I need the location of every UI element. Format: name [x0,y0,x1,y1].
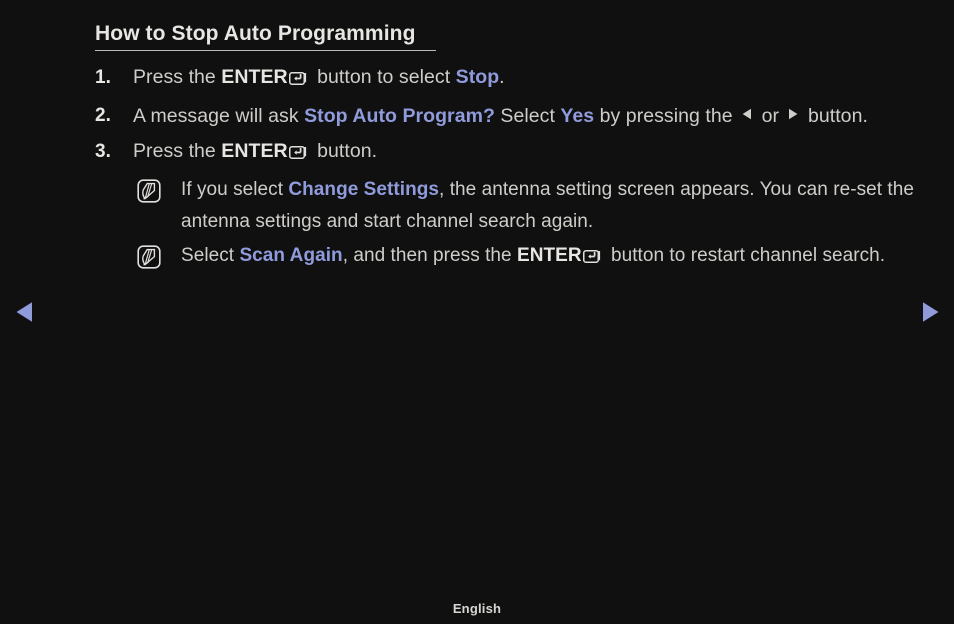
title-underline [95,50,436,51]
note-icon-cell [137,240,181,279]
language-footer: English [452,601,502,616]
dialog-title-stop-auto-program: Stop Auto Program? [304,105,495,127]
instruction-step: 1. Press the ENTER button to select Stop… [95,62,915,96]
step-text-fragment: button to select [311,66,456,88]
manual-page: How to Stop Auto Programming 1. Press th… [0,0,954,624]
step-text-line: Press the ENTER button. [133,136,915,170]
enter-label: ENTER [221,140,288,162]
instruction-step: 2. A message will ask Stop Auto Program?… [95,100,915,132]
previous-page-button[interactable] [12,299,38,325]
step-text: Press the ENTER button to select Stop. [133,62,915,96]
enter-label: ENTER [221,66,288,88]
page-title-block: How to Stop Auto Programming [95,21,436,51]
step-text-fragment: or [756,105,785,127]
note-item: If you select Change Settings, the anten… [137,174,915,238]
next-page-button[interactable] [917,299,943,325]
step-text-fragment: button. [802,105,868,127]
enter-key-icon [288,65,309,96]
menu-value-change-settings: Change Settings [288,179,440,200]
step-text: Press the ENTER button. If you select Ch… [133,136,915,281]
note-list: If you select Change Settings, the anten… [137,174,915,279]
note-icon [137,245,161,279]
enter-label: ENTER [516,245,582,266]
note-icon [137,179,161,213]
page-title: How to Stop Auto Programming [95,22,416,45]
step-text-fragment: A message will ask [133,105,305,127]
enter-key-icon [288,139,309,170]
triangle-right-icon [786,100,800,131]
menu-value-stop: Stop [455,66,500,88]
step-text: A message will ask Stop Auto Program? Se… [133,100,915,132]
menu-value-yes: Yes [560,105,595,127]
note-text: If you select Change Settings, the anten… [181,174,915,238]
menu-value-scan-again: Scan Again [239,245,343,266]
note-item: Select Scan Again, and then press the EN… [137,240,915,279]
step-text-fragment: by pressing the [594,105,739,127]
triangle-left-icon [740,100,754,131]
step-text-fragment: Select [494,105,561,127]
enter-key-icon [582,243,603,275]
step-text-fragment: Press the [133,140,222,162]
triangle-left-icon [16,302,32,322]
step-text-fragment: Press the [133,66,222,88]
instruction-step: 3. Press the ENTER button. If you select… [95,136,915,281]
step-text-fragment: . [499,66,505,88]
triangle-right-icon [923,302,939,322]
step-number: 1. [95,67,111,88]
step-number: 2. [95,105,111,126]
instruction-step-list: 1. Press the ENTER button to select Stop… [95,62,915,285]
step-text-fragment: button. [311,140,378,162]
note-text-fragment: , and then press the [342,245,517,266]
step-number: 3. [95,141,111,162]
note-text-fragment: button to restart channel search. [605,245,886,266]
note-text-fragment: If you select [181,179,289,200]
note-icon-cell [137,174,181,213]
note-text: Select Scan Again, and then press the EN… [181,240,915,275]
note-text-fragment: Select [181,245,240,266]
